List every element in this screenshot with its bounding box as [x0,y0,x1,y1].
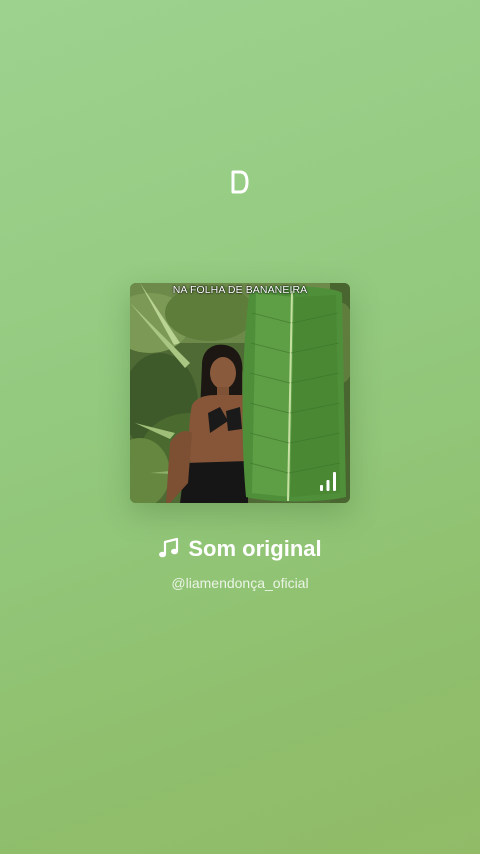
sound-title[interactable]: Som original [0,536,480,562]
sound-title-label: Som original [188,536,322,561]
cover-image [130,283,350,503]
cover-caption: NA FOLHA DE BANANEIRA [172,284,308,296]
music-note-icon [158,537,180,559]
app-logo-icon [231,170,249,194]
cover-artwork[interactable]: NA FOLHA DE BANANEIRA [130,283,350,503]
sound-author-link[interactable]: @liamendonça_oficial [0,575,480,591]
sound-page: { "cover": { "caption": "NA FOLHA DE BAN… [0,0,480,854]
audio-bars-icon [318,470,338,492]
